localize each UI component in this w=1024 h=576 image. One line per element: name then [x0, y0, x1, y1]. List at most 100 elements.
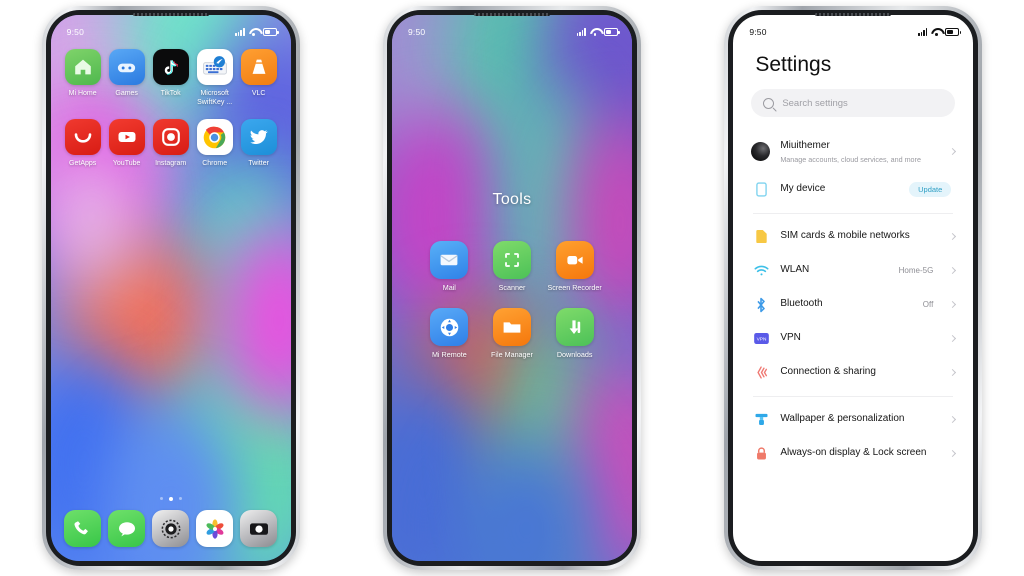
mi-home-icon[interactable]	[64, 49, 101, 85]
app-scanner[interactable]: Scanner	[481, 241, 544, 292]
status-icons	[917, 28, 962, 36]
app-label: YouTube	[112, 160, 141, 167]
chevron-right-icon	[949, 415, 957, 424]
message-bubble-icon[interactable]	[108, 510, 146, 547]
twitter-bird-icon[interactable]	[240, 119, 277, 155]
app-downloads[interactable]: Downloads	[543, 308, 606, 359]
file-folder-icon[interactable]	[492, 308, 531, 346]
vlc-cone-icon[interactable]	[240, 49, 277, 85]
svg-text:VPN: VPN	[756, 337, 766, 343]
app-label: Instagram	[155, 160, 187, 167]
lock-icon	[753, 446, 769, 462]
app-file-manager[interactable]: File Manager	[481, 308, 544, 359]
getapps-icon[interactable]	[64, 119, 101, 155]
scanner-icon[interactable]	[492, 241, 531, 279]
signal-bars-icon	[576, 28, 586, 36]
settings-list[interactable]: Settings Search settings Miuithemer Mana…	[733, 15, 973, 561]
app-youtube[interactable]: YouTube	[105, 119, 149, 168]
phone-3-screen: 9:50 Settings Search settings Miuithemer…	[733, 15, 974, 561]
instagram-icon[interactable]	[152, 119, 189, 155]
settings-row-my-device[interactable]: My device Update	[733, 173, 973, 207]
divider	[753, 395, 954, 397]
app-screen-recorder[interactable]: Screen Recorder	[543, 241, 606, 292]
settings-row-account[interactable]: Miuithemer Manage accounts, cloud servic…	[733, 131, 973, 173]
app-label: File Manager	[491, 350, 533, 359]
divider	[753, 212, 954, 214]
settings-row-bluetooth[interactable]: Bluetooth Off	[733, 288, 973, 322]
account-name: Miuithemer	[780, 140, 830, 151]
settings-row-sim-cards[interactable]: SIM cards & mobile networks	[733, 220, 973, 254]
mi-remote-icon[interactable]	[430, 308, 469, 346]
status-badge[interactable]: Update	[909, 182, 952, 197]
screen-recorder-icon[interactable]	[555, 241, 594, 279]
phone-home-screen: 9:50 Mi Home Games TikTok Microsoft Swif…	[41, 6, 300, 570]
row-value: Home-5G	[898, 266, 934, 275]
device-body: My device	[780, 183, 898, 196]
page-indicator[interactable]	[51, 497, 291, 501]
swiftkey-keyboard-icon[interactable]	[196, 49, 233, 85]
row-label: Always-on display & Lock screen	[780, 447, 927, 459]
phone-handset-icon[interactable]	[64, 510, 102, 547]
settings-dial-icon[interactable]	[152, 510, 190, 547]
app-getapps[interactable]: GetApps	[61, 119, 105, 168]
chrome-icon[interactable]	[196, 119, 233, 155]
app-label: GetApps	[69, 160, 97, 167]
row-label: Wallpaper & personalization	[780, 413, 905, 425]
page-title: Settings	[755, 53, 832, 76]
earpiece-grille	[132, 13, 209, 16]
page-dot-active[interactable]	[168, 497, 173, 501]
device-phone-icon	[753, 182, 769, 198]
folder-title[interactable]: Tools	[392, 191, 632, 209]
search-icon	[763, 97, 775, 109]
app-label: Mail	[442, 283, 456, 292]
row-body: Connection & sharing	[780, 366, 922, 379]
page-dot[interactable]	[178, 497, 182, 500]
settings-row-wlan[interactable]: WLAN Home-5G	[733, 254, 973, 288]
settings-row-connection-sharing[interactable]: Connection & sharing	[733, 356, 973, 390]
app-chrome[interactable]: Chrome	[193, 119, 237, 168]
app-mi-home[interactable]: Mi Home	[61, 49, 105, 107]
search-input[interactable]: Search settings	[751, 89, 956, 117]
camera-icon[interactable]	[240, 510, 278, 547]
mail-envelope-icon[interactable]	[430, 241, 469, 279]
app-label: Downloads	[556, 350, 593, 359]
photos-flower-icon[interactable]	[196, 510, 234, 547]
app-instagram[interactable]: Instagram	[149, 119, 193, 168]
app-label: Chrome	[202, 160, 228, 167]
settings-row-aod-lock-screen[interactable]: Always-on display & Lock screen	[733, 437, 973, 471]
games-controller-icon[interactable]	[108, 49, 145, 85]
folder-app-grid: Mail Scanner Screen Recorder Mi Remote F…	[392, 241, 632, 359]
chevron-right-icon	[949, 300, 957, 309]
page-dot[interactable]	[159, 497, 163, 500]
row-label: WLAN	[780, 264, 810, 276]
app-label: Microsoft SwiftKey ...	[197, 90, 233, 106]
settings-app: 9:50 Settings Search settings Miuithemer…	[733, 15, 974, 561]
row-label: VPN	[780, 332, 801, 344]
wifi-icon	[931, 28, 941, 36]
battery-icon	[603, 28, 620, 36]
user-avatar	[751, 142, 771, 162]
status-time: 9:50	[66, 27, 84, 37]
youtube-icon[interactable]	[108, 119, 145, 155]
app-tiktok[interactable]: TikTok	[149, 49, 193, 107]
account-body: Miuithemer Manage accounts, cloud servic…	[780, 140, 940, 164]
status-time: 9:50	[749, 27, 767, 37]
battery-icon	[262, 28, 279, 36]
app-mi-remote[interactable]: Mi Remote	[418, 308, 481, 359]
app-mail[interactable]: Mail	[418, 241, 481, 292]
app-games[interactable]: Games	[105, 49, 149, 107]
chevron-right-icon	[949, 449, 957, 458]
app-twitter[interactable]: Twitter	[237, 119, 281, 168]
downloads-icon[interactable]	[555, 308, 594, 346]
app-microsoft-swiftkey[interactable]: Microsoft SwiftKey ...	[193, 49, 237, 107]
tiktok-icon[interactable]	[152, 49, 189, 85]
row-body: WLAN	[780, 264, 887, 277]
chevron-right-icon	[949, 266, 957, 275]
settings-row-vpn[interactable]: VPN VPN	[733, 322, 973, 356]
app-label: Games	[115, 90, 138, 97]
earpiece-grille	[473, 13, 550, 16]
app-vlc[interactable]: VLC	[237, 49, 281, 107]
connection-sharing-icon	[753, 365, 769, 381]
settings-row-wallpaper-personalization[interactable]: Wallpaper & personalization	[733, 403, 973, 437]
wallpaper-brush-icon	[753, 412, 769, 428]
